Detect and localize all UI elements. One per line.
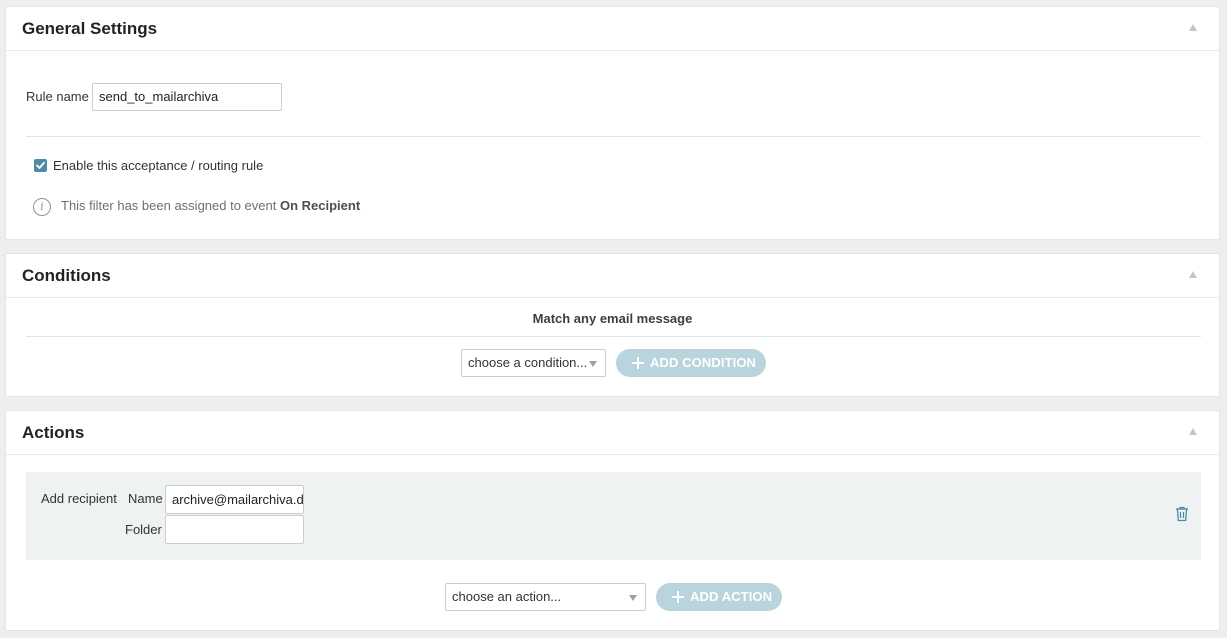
plus-icon (632, 357, 644, 369)
check-icon (36, 161, 45, 169)
collapse-triangle-icon[interactable] (1189, 428, 1197, 435)
event-assignment-prefix: This filter has been assigned to event (61, 198, 280, 213)
enable-rule-label[interactable]: Enable this acceptance / routing rule (53, 158, 263, 173)
recipient-name-input[interactable]: archive@mailarchiva.de (165, 485, 304, 514)
actions-panel: Actions Add recipient Name archive@maila… (5, 410, 1220, 631)
actions-header[interactable]: Actions (6, 411, 1219, 455)
plus-icon (672, 591, 684, 603)
general-divider (26, 136, 1201, 137)
enable-rule-checkbox[interactable] (34, 159, 47, 172)
condition-select-value: choose a condition... (468, 355, 588, 370)
add-action-label: ADD ACTION (690, 589, 773, 604)
collapse-triangle-icon[interactable] (1189, 24, 1197, 31)
rule-name-label: Rule name (26, 89, 89, 104)
action-select[interactable]: choose an action... (445, 583, 646, 611)
actions-title: Actions (22, 423, 85, 442)
event-name: On Recipient (279, 198, 361, 213)
event-assignment-text: This filter has been assigned to event O… (61, 198, 360, 213)
folder-input[interactable] (165, 515, 304, 544)
conditions-panel: Conditions Match any email message choos… (5, 253, 1220, 397)
add-condition-button[interactable]: ADD CONDITION (616, 349, 766, 377)
action-type-label: Add recipient (41, 491, 117, 506)
conditions-header[interactable]: Conditions (6, 254, 1219, 298)
folder-label: Folder (125, 522, 162, 537)
dropdown-caret-icon (629, 595, 637, 601)
action-select-value: choose an action... (452, 589, 562, 604)
dropdown-caret-icon (589, 361, 597, 367)
recipient-name-label: Name (128, 491, 163, 506)
add-condition-label: ADD CONDITION (650, 355, 757, 370)
general-settings-panel: General Settings Rule name send_to_maila… (5, 6, 1220, 240)
add-action-button[interactable]: ADD ACTION (656, 583, 782, 611)
general-settings-header[interactable]: General Settings (6, 7, 1219, 51)
trash-icon[interactable] (1175, 506, 1189, 522)
conditions-title: Conditions (22, 266, 111, 285)
info-icon: i (33, 198, 51, 216)
action-row: Add recipient Name archive@mailarchiva.d… (26, 472, 1201, 560)
conditions-divider (26, 336, 1201, 337)
collapse-triangle-icon[interactable] (1189, 271, 1197, 278)
rule-name-input[interactable]: send_to_mailarchiva (92, 83, 282, 111)
match-text: Match any email message (532, 311, 693, 326)
condition-select[interactable]: choose a condition... (461, 349, 606, 377)
general-settings-title: General Settings (22, 19, 158, 38)
